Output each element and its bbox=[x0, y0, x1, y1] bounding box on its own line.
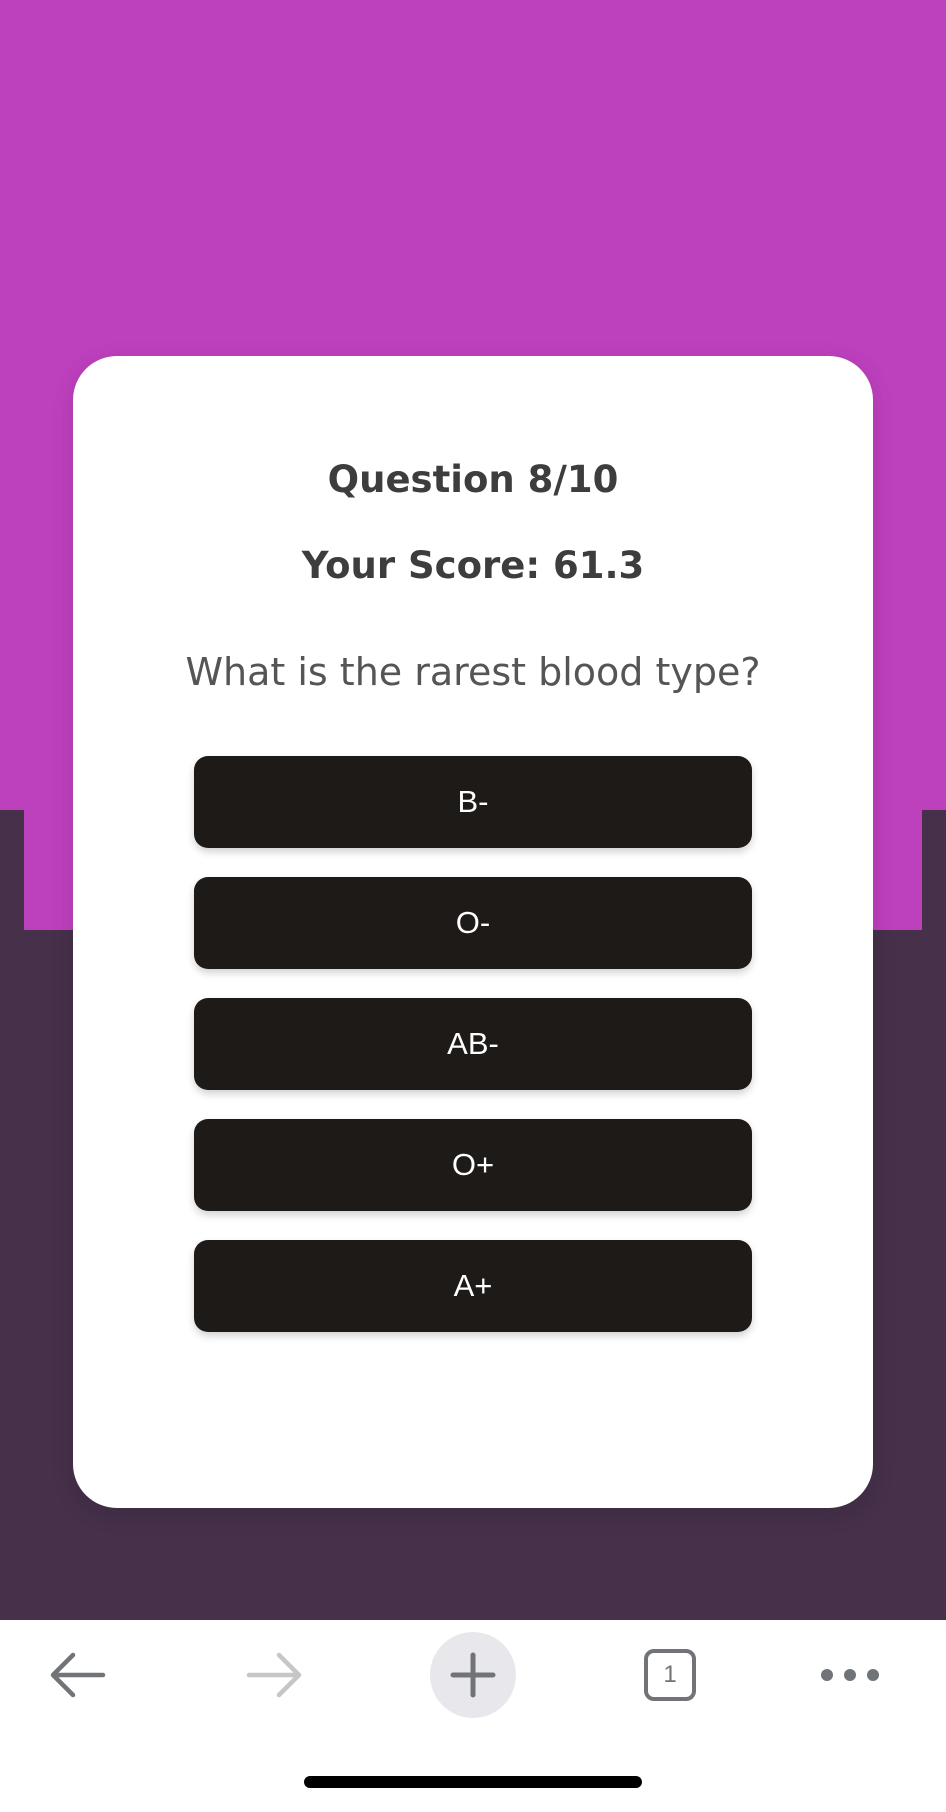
more-dots-icon bbox=[821, 1668, 879, 1681]
back-button[interactable] bbox=[27, 1622, 127, 1727]
answer-button-a-positive[interactable]: A+ bbox=[194, 1240, 752, 1332]
answer-button-o-positive[interactable]: O+ bbox=[194, 1119, 752, 1211]
question-text: What is the rarest blood type? bbox=[185, 650, 761, 694]
tabs-button[interactable]: 1 bbox=[620, 1622, 720, 1727]
browser-toolbar: 1 bbox=[0, 1622, 946, 1727]
answer-button-ab-negative[interactable]: AB- bbox=[194, 998, 752, 1090]
arrow-right-icon bbox=[246, 1652, 302, 1697]
answer-button-o-negative[interactable]: O- bbox=[194, 877, 752, 969]
arrow-left-icon bbox=[50, 1652, 106, 1697]
answer-button-b-negative[interactable]: B- bbox=[194, 756, 752, 848]
menu-button[interactable] bbox=[800, 1622, 900, 1727]
forward-button[interactable] bbox=[225, 1622, 325, 1727]
home-indicator[interactable] bbox=[304, 1776, 642, 1788]
answer-list: B- O- AB- O+ A+ bbox=[194, 756, 752, 1361]
new-tab-button[interactable] bbox=[423, 1622, 523, 1727]
tab-count: 1 bbox=[663, 1660, 677, 1688]
quiz-page: Question 8/10 Your Score: 61.3 What is t… bbox=[0, 0, 946, 1812]
score-label: Your Score: 61.3 bbox=[301, 544, 645, 587]
tab-count-icon: 1 bbox=[644, 1648, 696, 1701]
question-counter: Question 8/10 bbox=[327, 458, 619, 501]
plus-icon bbox=[450, 1652, 496, 1697]
quiz-card: Question 8/10 Your Score: 61.3 What is t… bbox=[73, 356, 873, 1508]
new-tab-circle bbox=[430, 1631, 516, 1718]
